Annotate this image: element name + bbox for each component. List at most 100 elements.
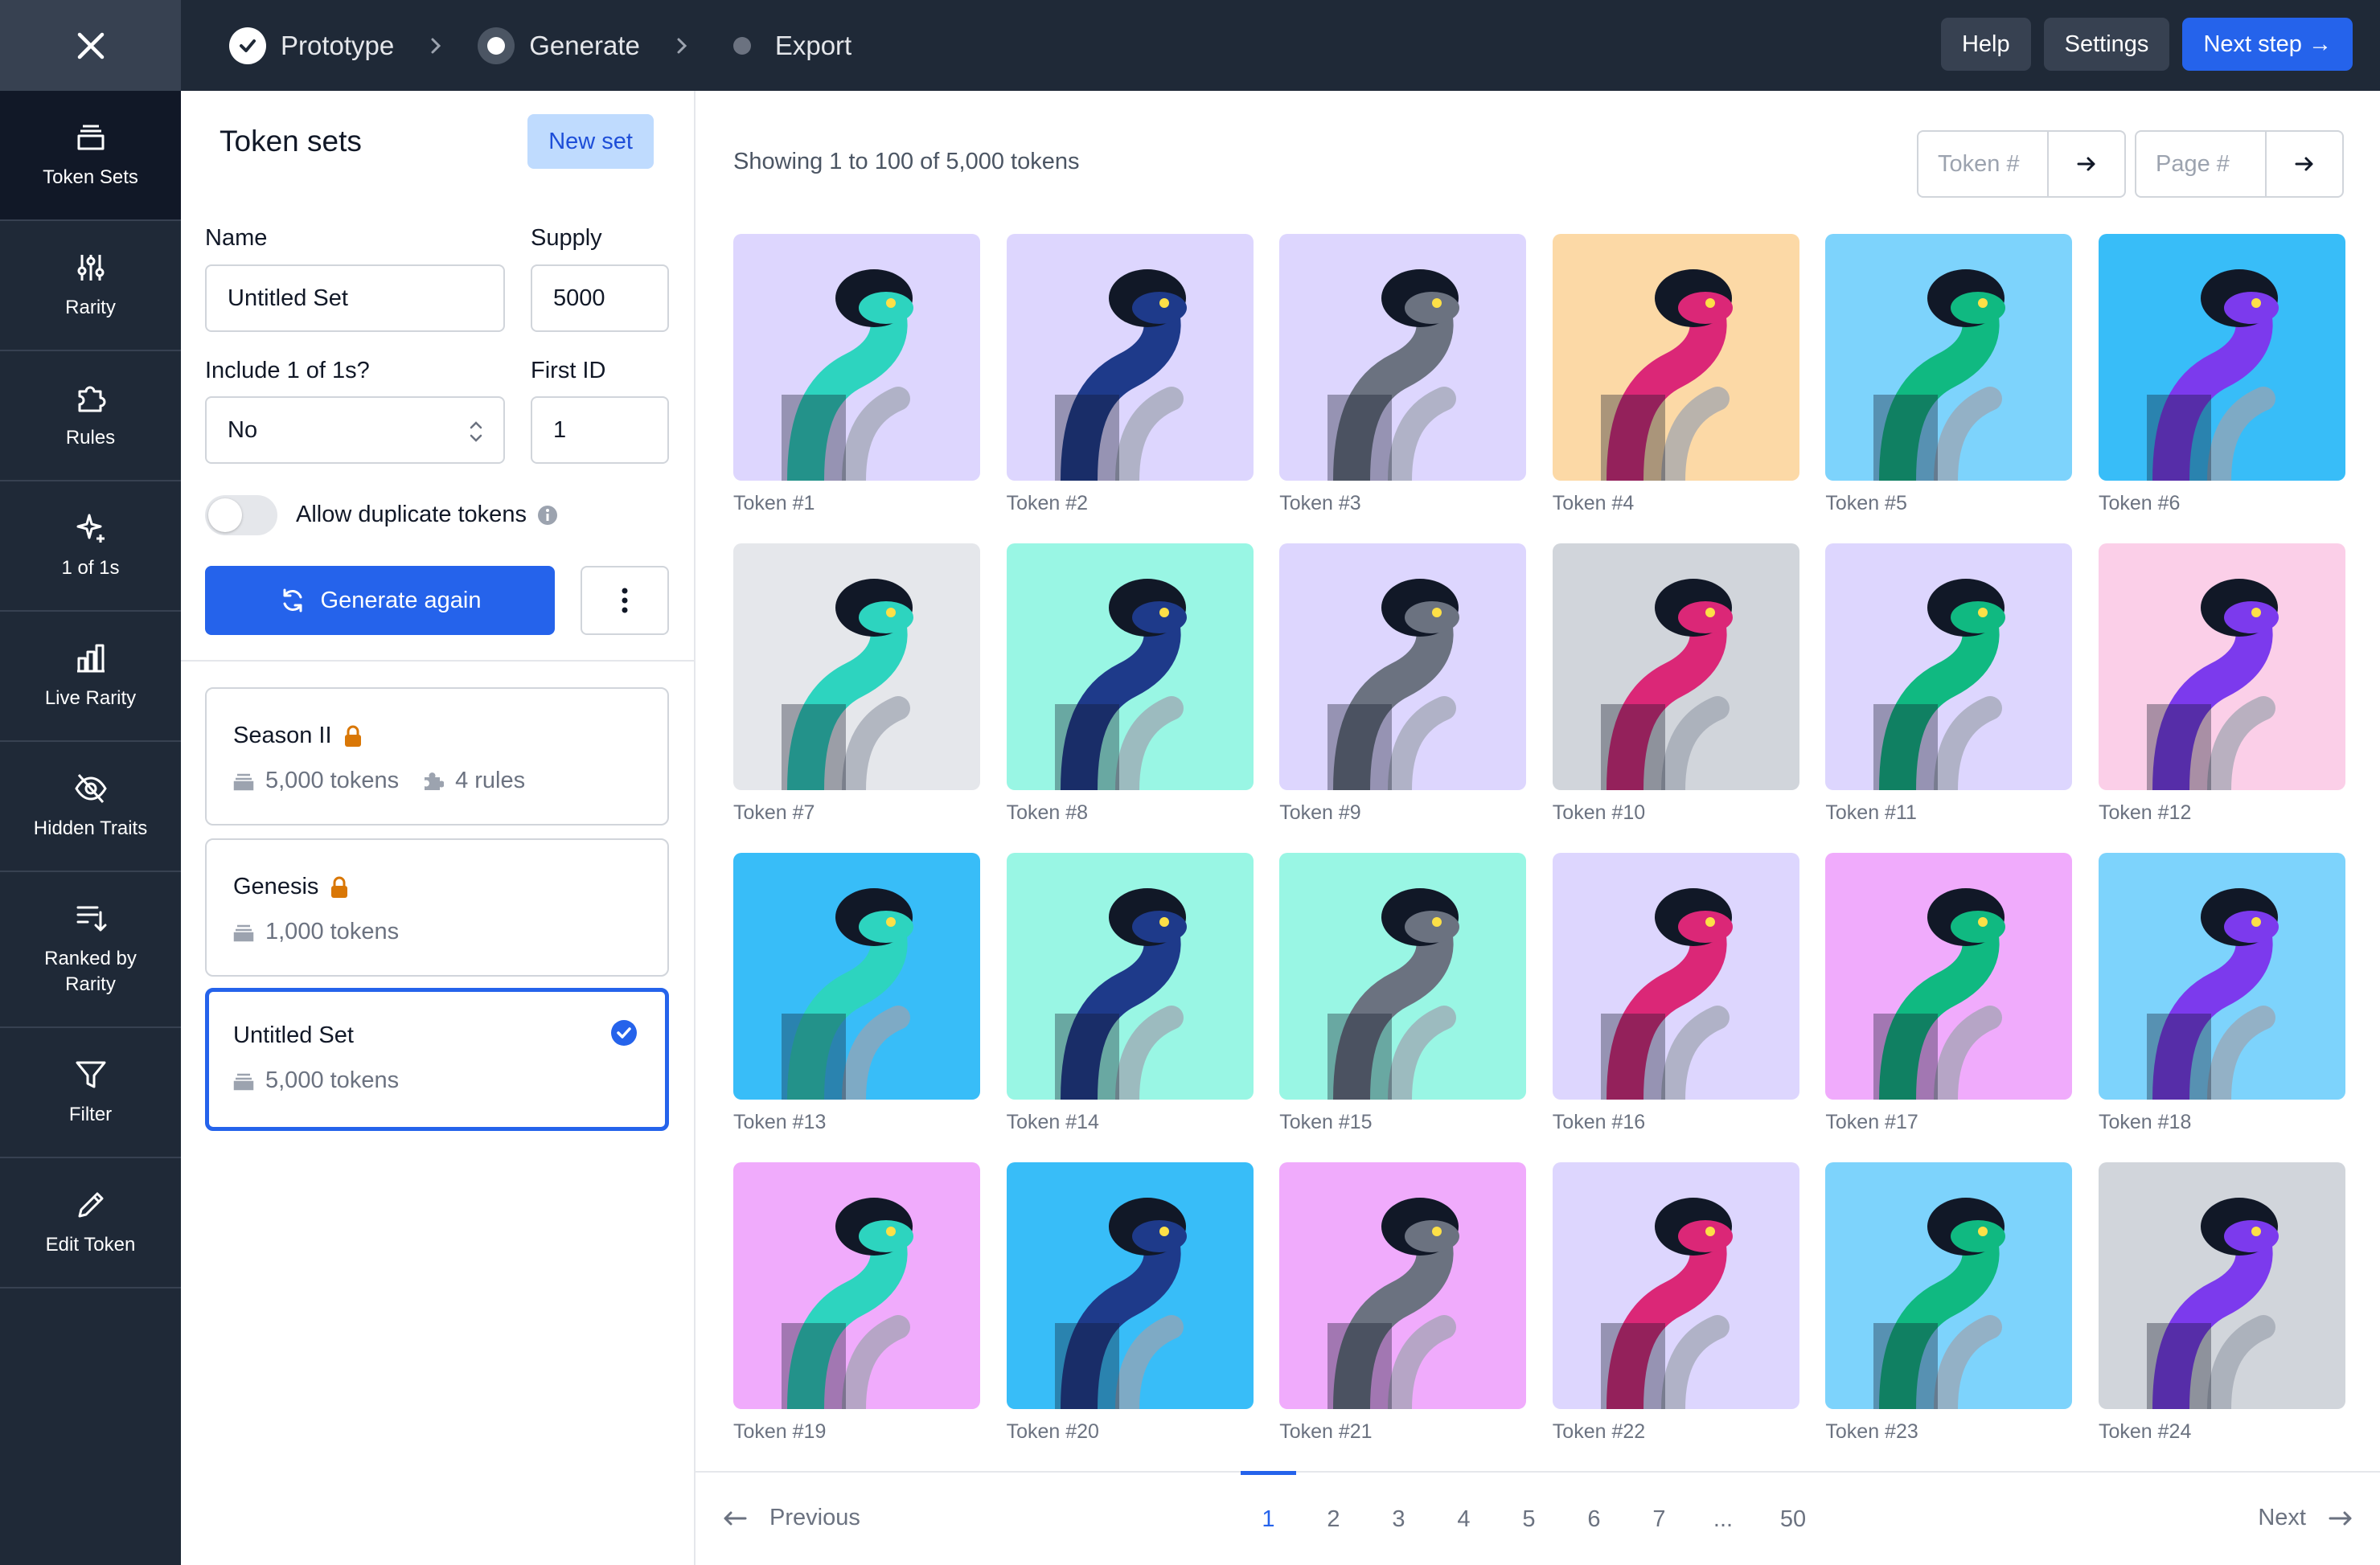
token-label: Token #11 [1825,801,1917,824]
generate-again-button[interactable]: Generate again [205,566,555,635]
page-jump: Page # [2135,130,2344,198]
token-tile[interactable]: Token #11 [1825,543,2073,825]
rail-item-rarity[interactable]: Rarity [0,221,181,351]
include-one-of-ones-select[interactable]: No [205,396,505,464]
rail-label: Rules [65,426,116,449]
page-number-button[interactable]: 5 [1496,1473,1561,1565]
step-prototype[interactable]: Prototype [229,27,394,64]
allow-duplicates-toggle[interactable] [205,495,277,535]
token-tile[interactable]: Token #6 [2099,234,2345,515]
page-number-button[interactable]: 6 [1561,1473,1627,1565]
rail-label: Edit Token [45,1233,136,1256]
token-sets-panel: Token sets New set Name Untitled Set Sup… [181,91,696,1565]
token-tile[interactable]: Token #12 [2099,543,2345,825]
token-label: Token #5 [1825,492,1907,514]
name-input[interactable]: Untitled Set [205,264,505,332]
step-export[interactable]: Export [724,27,851,64]
token-tile[interactable]: Token #16 [1552,853,1799,1134]
first-id-input[interactable]: 1 [531,396,669,464]
rail-item-one-of-ones[interactable]: 1 of 1s [0,481,181,612]
token-image [1552,543,1799,790]
close-button[interactable] [0,0,181,91]
rail-item-rules[interactable]: Rules [0,351,181,481]
token-tile[interactable]: Token #4 [1552,234,1799,515]
token-image [733,853,980,1100]
token-tile[interactable]: Token #2 [1006,234,1254,515]
rail-label: Rarity [65,296,116,318]
new-set-button[interactable]: New set [527,114,654,169]
rail-item-live-rarity[interactable]: Live Rarity [0,612,181,742]
set-card-season-ii[interactable]: Season II 5,000 tokens 4 rules [205,687,669,826]
token-tile[interactable]: Token #5 [1825,234,2073,515]
token-tile[interactable]: Token #1 [733,234,980,515]
token-tile[interactable]: Token #7 [733,543,980,825]
token-tile[interactable]: Token #23 [1825,1162,2073,1444]
token-tile[interactable]: Token #3 [1279,234,1527,515]
sparkle-icon [76,514,105,543]
page-number-button[interactable]: 2 [1301,1473,1366,1565]
rail-item-edit-token[interactable]: Edit Token [0,1158,181,1288]
page-number-button[interactable]: 50 [1754,1473,1832,1565]
token-jump-go-button[interactable] [2049,132,2124,196]
supply-value: 5000 [553,285,605,311]
page-number-input[interactable]: Page # [2136,132,2267,196]
upcoming-step-icon [724,27,761,64]
rail-item-token-sets[interactable]: Token Sets [0,91,181,221]
step-label: Generate [529,30,640,60]
rail-label: Filter [68,1103,113,1125]
arrow-left-icon [724,1511,747,1525]
rail-label: Ranked by Rarity [44,947,137,995]
token-label: Token #14 [1006,1111,1099,1133]
panel-title: Token sets [220,125,362,158]
wizard-steps: Prototype Generate Export [229,0,851,91]
token-tile[interactable]: Token #8 [1006,543,1254,825]
settings-button[interactable]: Settings [2043,18,2170,71]
help-button[interactable]: Help [1940,18,2031,71]
page-number-button[interactable]: 7 [1627,1473,1692,1565]
token-tile[interactable]: Token #13 [733,853,980,1134]
rail-item-hidden-traits[interactable]: Hidden Traits [0,742,181,872]
showing-range: Showing 1 to 100 of 5,000 tokens [733,149,1080,174]
sliders-icon [77,254,104,281]
page-number-button[interactable]: 1 [1236,1471,1301,1565]
step-generate[interactable]: Generate [478,27,640,64]
token-tile[interactable]: Token #17 [1825,853,2073,1134]
name-label: Name [205,225,268,251]
token-label: Token #17 [1825,1111,1918,1133]
token-label: Token #19 [733,1420,827,1443]
chevron-right-icon [674,36,690,55]
token-label: Token #16 [1552,1111,1646,1133]
token-tile[interactable]: Token #20 [1006,1162,1254,1444]
page-ellipsis: ... [1713,1506,1734,1532]
token-number-input[interactable]: Token # [1918,132,2049,196]
supply-input[interactable]: 5000 [531,264,669,332]
rail-item-ranked-by-rarity[interactable]: Ranked by Rarity [0,872,181,1028]
page-number-button[interactable]: 4 [1431,1473,1496,1565]
token-image [1006,1162,1254,1409]
token-tile[interactable]: Token #24 [2099,1162,2345,1444]
previous-page-button[interactable]: Previous [721,1505,860,1531]
token-tile[interactable]: Token #15 [1279,853,1527,1134]
divider [181,660,696,662]
next-step-button[interactable]: Next step → [2182,18,2353,71]
set-card-untitled[interactable]: Untitled Set 5,000 tokens [205,988,669,1131]
check-circle-icon [611,1020,637,1046]
page-number-button[interactable]: 3 [1366,1473,1431,1565]
more-options-button[interactable] [581,566,669,635]
set-rule-count: 4 rules [455,768,526,793]
next-page-button[interactable]: Next [2258,1505,2354,1531]
token-tile[interactable]: Token #18 [2099,853,2345,1134]
rail-item-filter[interactable]: Filter [0,1028,181,1158]
page-jump-go-button[interactable] [2267,132,2342,196]
token-tile[interactable]: Token #22 [1552,1162,1799,1444]
token-grid-area: Showing 1 to 100 of 5,000 tokens Token #… [696,91,2380,1565]
token-tile[interactable]: Token #9 [1279,543,1527,825]
set-card-genesis[interactable]: Genesis 1,000 tokens [205,838,669,977]
token-tile[interactable]: Token #21 [1279,1162,1527,1444]
info-icon[interactable] [536,504,559,526]
token-tile[interactable]: Token #19 [733,1162,980,1444]
token-tile[interactable]: Token #14 [1006,853,1254,1134]
select-chevrons-icon [470,421,482,442]
set-token-count: 1,000 tokens [265,919,400,944]
token-tile[interactable]: Token #10 [1552,543,1799,825]
